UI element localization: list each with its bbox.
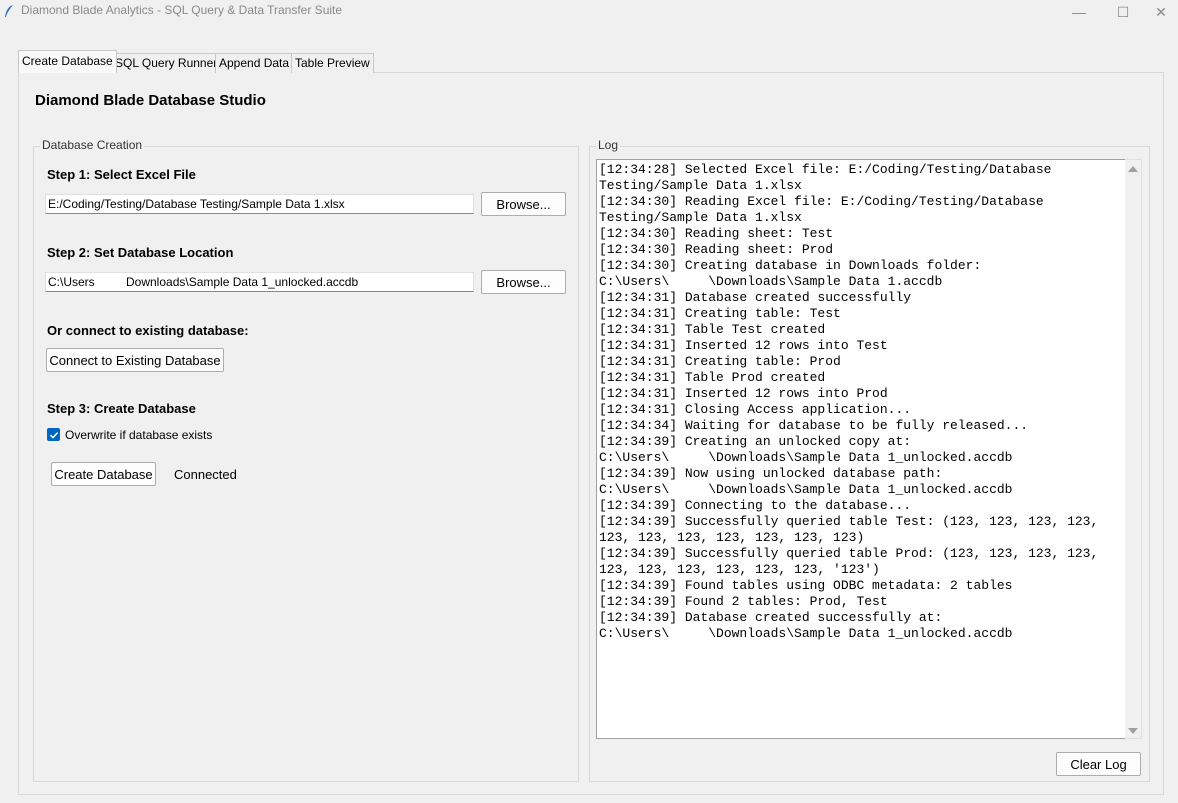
tab-table-preview[interactable]: Table Preview — [291, 53, 374, 73]
window-title: Diamond Blade Analytics - SQL Query & Da… — [21, 3, 343, 17]
log-line: C:\Users\ \Downloads\Sample Data 1_unloc… — [599, 482, 1013, 497]
scroll-down-icon[interactable] — [1128, 728, 1138, 734]
log-line: [12:34:31] Creating table: Test — [599, 306, 841, 321]
log-line: [12:34:30] Reading sheet: Test — [599, 226, 834, 241]
maximize-button[interactable]: ☐ — [1100, 0, 1146, 24]
excel-path-input[interactable]: E:/Coding/Testing/Database Testing/Sampl… — [45, 194, 474, 214]
log-line: [12:34:39] Found tables using ODBC metad… — [599, 578, 1013, 593]
log-line: [12:34:31] Inserted 12 rows into Prod — [599, 386, 888, 401]
log-lines: [12:34:28] Selected Excel file: E:/Codin… — [597, 160, 1125, 642]
minimize-button[interactable]: — — [1056, 0, 1102, 24]
title-bar: Diamond Blade Analytics - SQL Query & Da… — [0, 0, 1178, 24]
create-database-button[interactable]: Create Database — [51, 462, 156, 486]
log-line: [12:34:31] Table Prod created — [599, 370, 826, 385]
connection-status: Connected — [174, 467, 237, 482]
scroll-up-icon[interactable] — [1128, 166, 1138, 172]
browse-excel-button[interactable]: Browse... — [481, 192, 566, 216]
log-line: [12:34:30] Reading sheet: Prod — [599, 242, 834, 257]
log-line: [12:34:31] Database created successfully — [599, 290, 912, 305]
log-textbox[interactable]: [12:34:28] Selected Excel file: E:/Codin… — [596, 159, 1125, 739]
log-line: [12:34:30] Reading Excel file: E:/Coding… — [599, 194, 1044, 209]
db-path-start: C:\Users — [48, 275, 95, 289]
log-line: [12:34:39] Successfully queried table Pr… — [599, 546, 1099, 561]
log-label: Log — [596, 138, 621, 152]
log-line: [12:34:28] Selected Excel file: E:/Codin… — [599, 162, 1052, 177]
checkmark-icon — [49, 431, 58, 439]
log-line: Testing/Sample Data 1.xlsx — [599, 210, 802, 225]
clear-log-button[interactable]: Clear Log — [1056, 752, 1141, 776]
connect-heading: Or connect to existing database: — [47, 323, 249, 338]
log-line: [12:34:39] Creating an unlocked copy at: — [599, 434, 912, 449]
log-line: C:\Users\ \Downloads\Sample Data 1.accdb — [599, 274, 943, 289]
overwrite-checkbox[interactable] — [47, 428, 60, 441]
feather-icon — [5, 5, 13, 17]
database-path-input[interactable]: C:\Users Downloads\Sample Data 1_unlocke… — [45, 272, 474, 292]
log-scrollbar[interactable] — [1125, 159, 1142, 739]
browse-database-button[interactable]: Browse... — [481, 270, 566, 294]
log-line: [12:34:31] Table Test created — [599, 322, 826, 337]
log-line: 123, 123, 123, 123, 123, 123, '123') — [599, 562, 880, 577]
log-line: [12:34:39] Database created successfully… — [599, 610, 943, 625]
log-line: [12:34:39] Now using unlocked database p… — [599, 466, 943, 481]
log-line: C:\Users\ \Downloads\Sample Data 1_unloc… — [599, 626, 1013, 641]
log-line: 123, 123, 123, 123, 123, 123, 123) — [599, 530, 865, 545]
database-creation-label: Database Creation — [40, 138, 145, 152]
tab-sql-query-runner[interactable]: SQL Query Runner — [111, 53, 222, 73]
step3-label: Step 3: Create Database — [47, 401, 196, 416]
tab-create-database[interactable]: Create Database — [18, 50, 117, 73]
log-line: [12:34:39] Connecting to the database... — [599, 498, 912, 513]
db-path-end: Downloads\Sample Data 1_unlocked.accdb — [126, 275, 359, 289]
log-line: [12:34:39] Successfully queried table Te… — [599, 514, 1099, 529]
log-line: [12:34:31] Inserted 12 rows into Test — [599, 338, 888, 353]
tab-append-data[interactable]: Append Data — [215, 53, 294, 73]
log-line: [12:34:34] Waiting for database to be fu… — [599, 418, 1029, 433]
log-line: [12:34:30] Creating database in Download… — [599, 258, 982, 273]
log-line: C:\Users\ \Downloads\Sample Data 1_unloc… — [599, 450, 1013, 465]
step1-label: Step 1: Select Excel File — [47, 167, 196, 182]
close-button[interactable]: ✕ — [1144, 0, 1178, 24]
overwrite-label: Overwrite if database exists — [65, 428, 213, 442]
log-line: [12:34:31] Closing Access application... — [599, 402, 912, 417]
page-title: Diamond Blade Database Studio — [35, 92, 266, 109]
log-line: Testing/Sample Data 1.xlsx — [599, 178, 802, 193]
connect-existing-database-button[interactable]: Connect to Existing Database — [46, 348, 224, 372]
step2-label: Step 2: Set Database Location — [47, 245, 234, 260]
log-line: [12:34:39] Found 2 tables: Prod, Test — [599, 594, 888, 609]
log-line: [12:34:31] Creating table: Prod — [599, 354, 841, 369]
